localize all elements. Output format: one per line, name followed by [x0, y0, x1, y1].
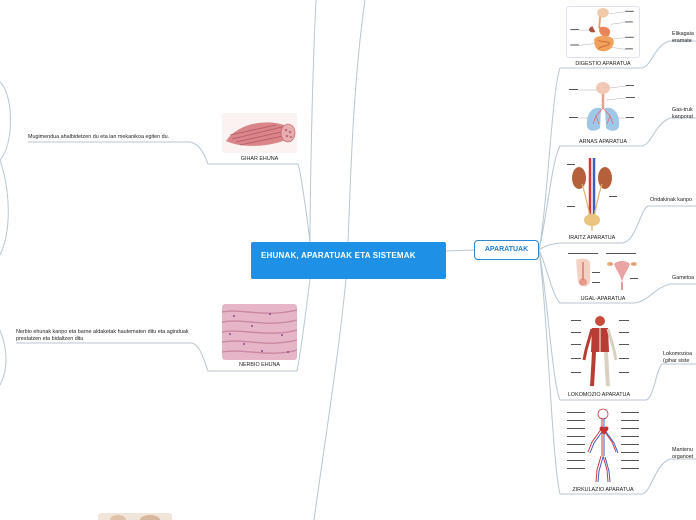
respiratory-system-caption: ARNAS APARATUA — [578, 139, 628, 145]
reproductive-note-line-1: Gametoa — [672, 275, 695, 281]
reproductive-system-image[interactable] — [566, 252, 640, 294]
excretory-note: Ondakinak kanpo — [650, 197, 692, 204]
excretory-system-caption: IRAITZ APARATUA — [568, 235, 616, 241]
excretory-system-image[interactable] — [566, 156, 618, 232]
respiratory-note-line-1: Gas-truk — [672, 107, 693, 113]
locomotor-note-line-2: (gihar siste — [663, 357, 690, 364]
muscle-tissue-note: Mugimendua ahalbidetzen du eta lan mekan… — [28, 134, 170, 140]
digestive-note-line-1: Elikagaia — [672, 31, 694, 37]
reproductive-note: Gametoa — [672, 275, 694, 282]
muscle-tissue-caption: GIHAR EHUNA — [240, 156, 279, 162]
reproductive-system-caption: UGAL-APARATUA — [580, 296, 626, 302]
locomotor-note-line-1: Lokomoziоa — [663, 351, 693, 357]
circulatory-note: Mantenu organoet — [672, 447, 693, 460]
nerve-tissue-caption: NERBIO EHUNA — [238, 362, 281, 368]
digestive-note-line-2: eramate — [672, 37, 692, 44]
aparatuak-node[interactable]: APARATUAK — [474, 240, 539, 260]
central-topic[interactable]: EHUNAK, APARATUAK ETA SISTEMAK — [251, 242, 446, 279]
digestive-system-caption: DIGESTIO APARATUA — [575, 61, 631, 67]
excretory-note-line-1: Ondakinak kanpo — [650, 197, 692, 203]
nerve-tissue-image[interactable] — [222, 304, 297, 360]
locomotor-system-image[interactable] — [570, 314, 630, 390]
aparatuak-label: APARATUAK — [484, 246, 529, 253]
central-topic-title: EHUNAK, APARATUAK ETA SISTEMAK — [261, 251, 416, 260]
circulatory-note-line-2: organoet — [672, 453, 694, 460]
circulatory-system-caption: ZIRKULAZIO APARATUA — [572, 487, 634, 493]
circulatory-note-line-1: Mantenu — [672, 447, 693, 453]
muscle-tissue-image[interactable] — [222, 113, 297, 153]
digestive-note: Elikagaia eramate — [672, 31, 694, 44]
locomotor-note: Lokomoziоa (gihar siste — [663, 351, 692, 364]
circulatory-system-image[interactable] — [566, 408, 640, 484]
nerve-tissue-note: Nerbio ehunak kanpo eta barne aldaketak … — [16, 329, 189, 342]
locomotor-system-caption: LOKOMOZIO APARATUA — [567, 392, 631, 398]
respiratory-system-image[interactable] — [566, 80, 640, 136]
respiratory-note-line-2: kanporat — [672, 113, 693, 120]
respiratory-note: Gas-truk kanporat — [672, 107, 693, 120]
partial-tissue-image[interactable] — [98, 513, 172, 520]
digestive-system-image[interactable] — [566, 6, 640, 58]
